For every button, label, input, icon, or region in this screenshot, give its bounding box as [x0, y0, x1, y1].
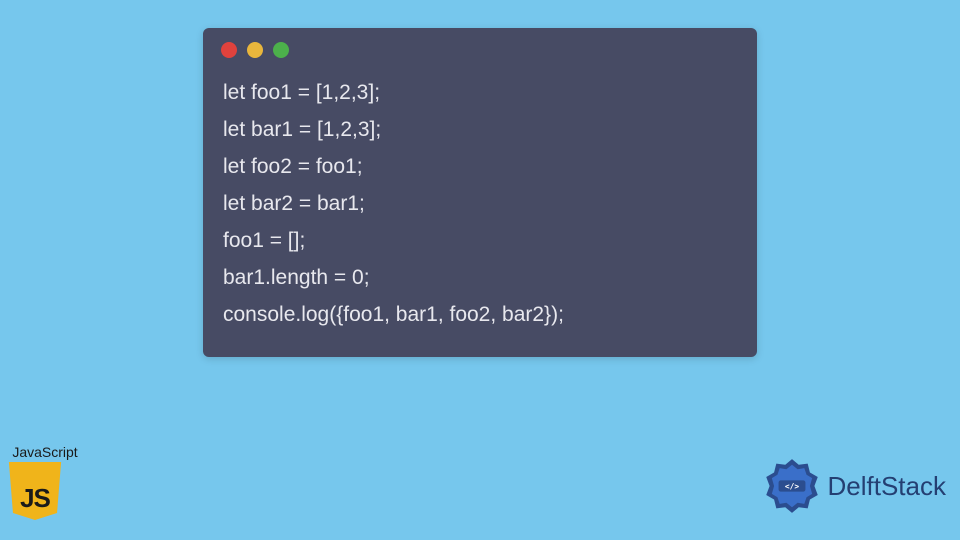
delftstack-logo: </> DelftStack	[764, 458, 947, 514]
code-line: console.log({foo1, bar1, foo2, bar2});	[223, 296, 737, 333]
code-line: let foo1 = [1,2,3];	[223, 74, 737, 111]
code-body: let foo1 = [1,2,3]; let bar1 = [1,2,3]; …	[203, 64, 757, 357]
window-titlebar	[203, 28, 757, 64]
delftstack-icon: </>	[764, 458, 820, 514]
code-line: let bar1 = [1,2,3];	[223, 111, 737, 148]
code-line: foo1 = [];	[223, 222, 737, 259]
javascript-icon-text: JS	[20, 483, 50, 514]
delftstack-text: DelftStack	[828, 471, 947, 502]
svg-text:</>: </>	[784, 482, 798, 491]
code-line: let bar2 = bar1;	[223, 185, 737, 222]
javascript-label: JavaScript	[6, 444, 84, 460]
code-line: bar1.length = 0;	[223, 259, 737, 296]
javascript-badge: JavaScript JS	[6, 444, 84, 520]
code-window: let foo1 = [1,2,3]; let bar1 = [1,2,3]; …	[203, 28, 757, 357]
maximize-icon[interactable]	[273, 42, 289, 58]
close-icon[interactable]	[221, 42, 237, 58]
javascript-icon: JS	[6, 462, 64, 520]
minimize-icon[interactable]	[247, 42, 263, 58]
code-line: let foo2 = foo1;	[223, 148, 737, 185]
